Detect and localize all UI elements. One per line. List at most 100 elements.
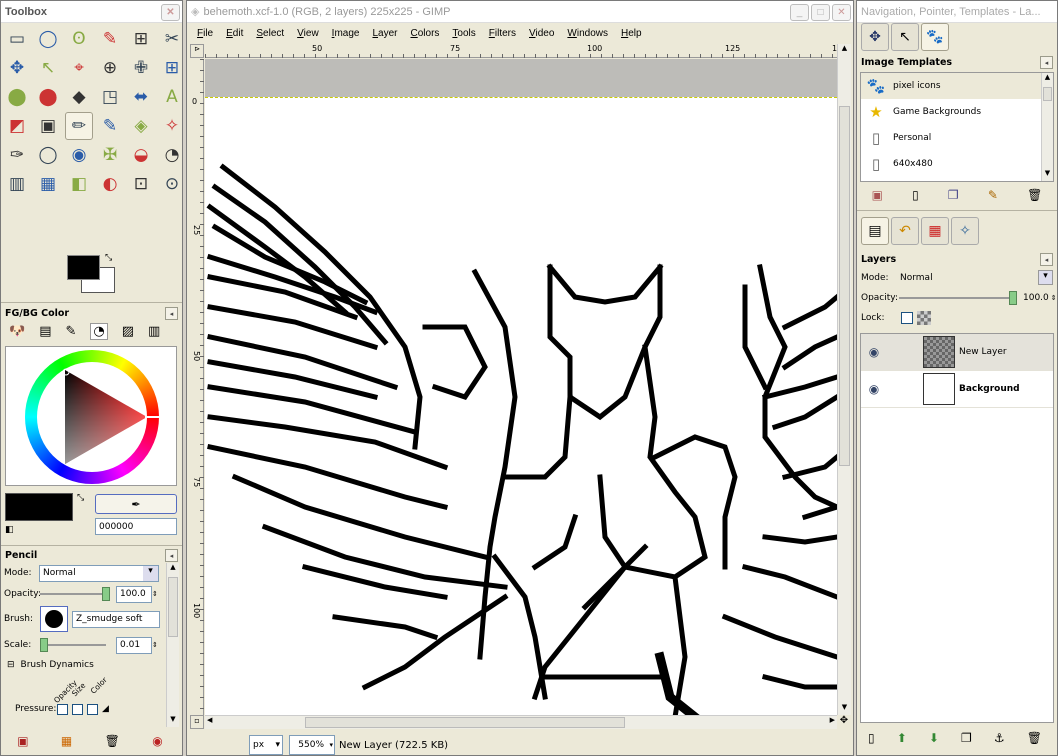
scissors-icon[interactable]: ✂ (158, 25, 182, 53)
menu-layer[interactable]: Layer (372, 28, 397, 39)
color-select-icon[interactable]: ⊞ (127, 25, 155, 53)
heal-icon[interactable]: ◒ (127, 141, 155, 169)
duplicate-layer-icon[interactable]: ❐ (961, 731, 972, 745)
templates-scrollbar[interactable]: ▲ ▼ (1041, 73, 1053, 181)
smudge-icon[interactable]: ▦ (34, 170, 62, 198)
chevron-down-icon[interactable]: ▾ (329, 741, 333, 749)
channels-tab-icon[interactable]: ▦ (921, 217, 949, 245)
tool-options-scrollbar[interactable]: ▲ ▼ (166, 563, 179, 727)
scales-selector-icon[interactable]: ▥ (148, 324, 160, 339)
ink-icon[interactable]: ◉ (65, 141, 93, 169)
menu-colors[interactable]: Colors (410, 28, 439, 39)
hex-input[interactable]: 000000 (95, 518, 177, 535)
dodge-burn-icon[interactable]: ◧ (65, 170, 93, 198)
menu-video[interactable]: Video (529, 28, 554, 39)
save-options-icon[interactable]: ▣ (17, 734, 28, 748)
scroll-up-icon[interactable]: ▲ (1042, 73, 1053, 85)
fg-bg-indicator[interactable]: ⤡ (67, 253, 117, 295)
delete-options-icon[interactable]: 🗑 (105, 734, 120, 748)
minimize-icon[interactable]: _ (790, 4, 809, 21)
text-icon[interactable]: ▣ (34, 112, 62, 140)
fuzzy-select-icon[interactable]: ✎ (96, 25, 124, 53)
paths-tab-icon[interactable]: ✧ (951, 217, 979, 245)
layer-opacity-slider[interactable] (899, 291, 1017, 305)
mode-select[interactable]: Normal ▾ (39, 564, 159, 582)
blend-icon[interactable]: ✎ (96, 112, 124, 140)
flip-icon[interactable]: ◩ (3, 112, 31, 140)
toolbox-titlebar[interactable]: Toolbox ✕ (1, 1, 182, 23)
opacity-spin-icon[interactable]: ⇕ (152, 590, 158, 598)
templates-tab-icon[interactable]: 🐾 (921, 23, 949, 51)
layers-tab-icon[interactable]: ▤ (861, 217, 889, 245)
unit-select[interactable]: px ▾ (249, 735, 283, 755)
anchor-layer-icon[interactable]: ⚓ (994, 731, 1005, 745)
left-ruler[interactable]: 0 25 50 75 100 (190, 59, 204, 715)
chevron-down-icon[interactable]: ▾ (1038, 269, 1053, 285)
pressure-color-checkbox[interactable] (87, 703, 98, 715)
color-picker-button[interactable]: ✒ (95, 494, 177, 514)
menu-filters[interactable]: Filters (489, 28, 516, 39)
dock-titlebar[interactable]: Navigation, Pointer, Templates - La... (857, 1, 1057, 23)
brush-selector-icon[interactable]: ✎ (65, 324, 76, 339)
pointer-tab-icon[interactable]: ↖ (891, 23, 919, 51)
menu-select[interactable]: Select (256, 28, 284, 39)
pencil-icon[interactable]: ◈ (127, 112, 155, 140)
clone-icon[interactable]: ✠ (96, 141, 124, 169)
tool-options-menu-icon[interactable]: ◂ (165, 549, 178, 562)
scroll-down-icon[interactable]: ▼ (838, 703, 851, 715)
color-balance-icon[interactable]: ⊙ (158, 170, 182, 198)
foreground-select-icon[interactable]: ✥ (3, 54, 31, 82)
reset-colors-icon[interactable]: ◧ (5, 525, 14, 535)
scale-input[interactable]: 0.01 (116, 636, 152, 654)
swap-colors-icon[interactable]: ⤡ (105, 253, 112, 263)
zoom-icon[interactable]: ⊕ (96, 54, 124, 82)
menu-image[interactable]: Image (332, 28, 360, 39)
curves-icon[interactable]: ◐ (96, 170, 124, 198)
close-icon[interactable]: ✕ (161, 4, 180, 21)
color-wheel-area[interactable] (5, 346, 177, 486)
scroll-thumb-v[interactable] (839, 106, 850, 466)
wheel-selector-icon[interactable]: ◔ (90, 323, 108, 340)
menu-view[interactable]: View (297, 28, 319, 39)
template-item[interactable]: ★ Game Backgrounds (861, 99, 1053, 125)
navigate-icon[interactable]: ✥ (837, 715, 851, 729)
menu-edit[interactable]: Edit (226, 28, 243, 39)
ellipse-select-icon[interactable]: ◯ (34, 25, 62, 53)
layer-mode-select[interactable]: Normal ▾ (897, 269, 1053, 287)
scale-icon[interactable]: ◳ (96, 83, 124, 111)
edit-template-icon[interactable]: ✎ (988, 188, 998, 202)
color-triangle[interactable] (25, 350, 159, 484)
pressure-opacity-checkbox[interactable] (57, 703, 68, 715)
menu-file[interactable]: File (197, 28, 213, 39)
paths-icon[interactable]: ↖ (34, 54, 62, 82)
bucket-fill-icon[interactable]: ✏ (65, 112, 93, 140)
image-titlebar[interactable]: ◈ behemoth.xcf-1.0 (RGB, 2 layers) 225x2… (187, 1, 853, 23)
chevron-down-icon[interactable]: ▾ (275, 740, 280, 750)
move-icon[interactable]: ⊞ (158, 54, 182, 82)
scroll-up-icon[interactable]: ▲ (167, 563, 179, 575)
pressure-size-checkbox[interactable] (72, 703, 83, 715)
eye-icon[interactable]: ◉ (861, 345, 887, 359)
layer-opacity-spin-icon[interactable]: ⇕ (1051, 294, 1057, 302)
delete-template-icon[interactable]: 🗑 (1027, 188, 1042, 202)
opacity-input[interactable]: 100.0 (116, 585, 152, 603)
pressure-curve-icon[interactable]: ◢ (102, 704, 109, 714)
chevron-down-icon[interactable]: ▾ (143, 565, 158, 581)
top-ruler[interactable]: 50 75 100 125 150 (205, 44, 847, 58)
airbrush-icon[interactable]: ◯ (34, 141, 62, 169)
gimp-selector-icon[interactable]: 🐶 (9, 324, 25, 339)
menu-help[interactable]: Help (621, 28, 642, 39)
template-item[interactable]: ▯ 640x480 (861, 151, 1053, 177)
free-select-icon[interactable]: ʘ (65, 25, 93, 53)
scroll-up-icon[interactable]: ▲ (838, 44, 851, 56)
maximize-icon[interactable]: □ (811, 4, 830, 21)
close-icon[interactable]: ✕ (832, 4, 851, 21)
convolve-icon[interactable]: ▥ (3, 170, 31, 198)
scroll-thumb[interactable] (168, 577, 178, 637)
create-image-icon[interactable]: ▣ (872, 188, 883, 202)
printer-selector-icon[interactable]: ▤ (39, 324, 51, 339)
templates-menu-icon[interactable]: ◂ (1040, 56, 1053, 69)
scale-spin-icon[interactable]: ⇕ (152, 641, 158, 649)
scale-slider[interactable] (40, 638, 106, 652)
template-item[interactable]: ▯ Personal (861, 125, 1053, 151)
